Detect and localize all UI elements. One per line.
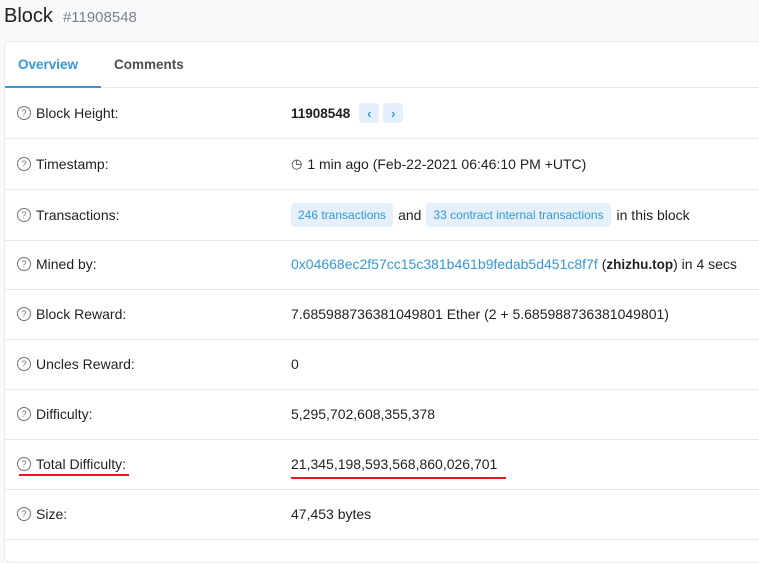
question-circle-icon[interactable]: ? (17, 357, 31, 371)
value-timestamp: ◷ 1 min ago (Feb-22-2021 06:46:10 PM +UT… (291, 139, 586, 189)
label-text: Size: (36, 506, 68, 522)
chevron-left-icon: ‹ (367, 105, 372, 121)
and-text: and (398, 207, 422, 223)
value-block-reward: 7.685988736381049801 Ether (2 + 5.685988… (291, 289, 669, 339)
row-block-height: ? Block Height: 11908548 ‹ › (5, 88, 759, 139)
label-size: ? Size: (17, 489, 67, 539)
question-circle-icon[interactable]: ? (17, 407, 31, 421)
label-uncles-reward: ? Uncles Reward: (17, 339, 135, 389)
annotation-underline-value (291, 477, 506, 479)
label-text: Block Reward: (36, 306, 127, 322)
label-text: Block Height: (36, 105, 119, 121)
internal-transactions-link[interactable]: 33 contract internal transactions (426, 203, 611, 227)
value-difficulty: 5,295,702,608,355,378 (291, 389, 435, 439)
row-transactions: ? Transactions: 246 transactions and 33 … (5, 190, 759, 241)
label-difficulty: ? Difficulty: (17, 389, 93, 439)
miner-name: zhizhu.top (606, 256, 674, 272)
block-reward-value: 7.685988736381049801 Ether (2 + 5.685988… (291, 306, 669, 322)
row-size: ? Size: 47,453 bytes (5, 489, 759, 540)
question-circle-icon[interactable]: ? (17, 307, 31, 321)
difficulty-value: 5,295,702,608,355,378 (291, 406, 436, 422)
label-total-difficulty: ? Total Difficulty: (17, 439, 126, 489)
annotation-underline-label (19, 474, 129, 476)
label-text: Timestamp: (36, 156, 109, 172)
row-block-reward: ? Block Reward: 7.685988736381049801 Eth… (5, 289, 759, 340)
next-block-button[interactable]: › (383, 103, 404, 123)
transactions-suffix: in this block (616, 207, 690, 223)
label-text: Total Difficulty: (36, 456, 126, 472)
label-text: Mined by: (36, 256, 97, 272)
previous-block-button[interactable]: ‹ (359, 103, 380, 123)
label-mined-by: ? Mined by: (17, 239, 97, 289)
tab-overview[interactable]: Overview (5, 42, 102, 88)
label-text: Difficulty: (36, 406, 93, 422)
question-circle-icon[interactable]: ? (17, 457, 31, 471)
value-total-difficulty: 21,345,198,593,568,860,026,701 (291, 439, 497, 489)
total-difficulty-value: 21,345,198,593,568,860,026,701 (291, 456, 498, 472)
value-block-height: 11908548 ‹ › (291, 88, 404, 138)
transactions-link[interactable]: 246 transactions (291, 203, 394, 227)
label-transactions: ? Transactions: (17, 190, 120, 240)
row-uncles-reward: ? Uncles Reward: 0 (5, 339, 759, 390)
value-size: 47,453 bytes (291, 489, 371, 539)
block-details-card: Overview Comments ? Block Height: 119085… (4, 41, 759, 563)
page-header: Block #11908548 (4, 0, 137, 34)
question-circle-icon[interactable]: ? (17, 157, 31, 171)
value-uncles-reward: 0 (291, 339, 299, 389)
miner-address-link[interactable]: 0x04668ec2f57cc15c381b461b9fedab5d451c8f… (291, 256, 598, 272)
label-block-height: ? Block Height: (17, 88, 118, 138)
value-mined-by: 0x04668ec2f57cc15c381b461b9fedab5d451c8f… (291, 239, 737, 289)
row-total-difficulty: ? Total Difficulty: 21,345,198,593,568,8… (5, 439, 759, 490)
question-circle-icon[interactable]: ? (17, 507, 31, 521)
clock-icon: ◷ (291, 156, 303, 171)
label-timestamp: ? Timestamp: (17, 139, 109, 189)
row-difficulty: ? Difficulty: 5,295,702,608,355,378 (5, 389, 759, 440)
size-value: 47,453 bytes (291, 506, 372, 522)
question-circle-icon[interactable]: ? (17, 257, 31, 271)
uncles-reward-value: 0 (291, 356, 299, 372)
page-title: Block (4, 5, 53, 27)
label-text: Transactions: (36, 207, 120, 223)
question-circle-icon[interactable]: ? (17, 208, 31, 222)
row-mined-by: ? Mined by: 0x04668ec2f57cc15c381b461b9f… (5, 239, 759, 290)
tab-comments[interactable]: Comments (101, 42, 197, 87)
timestamp-value: 1 min ago (Feb-22-2021 06:46:10 PM +UTC) (307, 156, 587, 172)
chevron-right-icon: › (391, 105, 396, 121)
value-transactions: 246 transactions and 33 contract interna… (291, 190, 690, 240)
row-timestamp: ? Timestamp: ◷ 1 min ago (Feb-22-2021 06… (5, 139, 759, 190)
label-block-reward: ? Block Reward: (17, 289, 126, 339)
block-number-subtitle: #11908548 (62, 9, 137, 26)
label-text: Uncles Reward: (36, 356, 135, 372)
tab-bar: Overview Comments (5, 42, 759, 88)
miner-time: ) in 4 secs (673, 256, 737, 272)
block-height-value: 11908548 (291, 105, 351, 121)
question-circle-icon[interactable]: ? (17, 106, 31, 120)
